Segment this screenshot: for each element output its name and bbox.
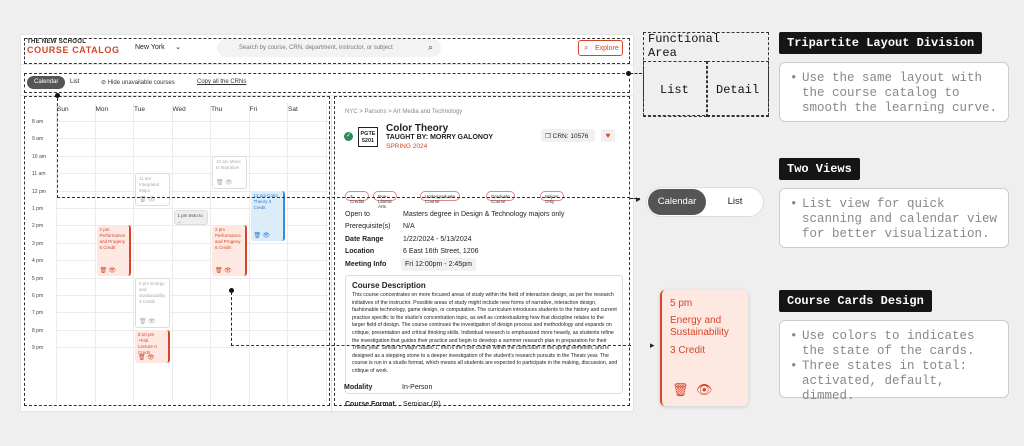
heading-cards: Course Cards Design (779, 290, 932, 312)
detail-box-label: Detail (716, 83, 760, 97)
course-card-demo[interactable]: 5 pm Energy and Sustainability 3 Credit … (660, 290, 748, 406)
note-cards: Use colors to indicates the state of the… (779, 320, 1009, 403)
toolbar-area-outline (24, 73, 630, 93)
connector-line (231, 292, 232, 346)
views-highlight-outline (57, 98, 630, 198)
arrow-right-icon: ▸ (650, 340, 655, 350)
heading-two-views: Two Views (779, 158, 860, 180)
note-layout: Use the same layout with the course cata… (779, 62, 1009, 122)
list-box-label: List (660, 83, 689, 97)
header-divider (21, 64, 633, 65)
stage: THE NEW SCHOOL COURSE CATALOG New York ⌄… (0, 0, 1024, 446)
arrow-right-icon: ▸ (636, 194, 641, 204)
view-toggle-demo: Calendar List (646, 187, 764, 217)
card-time: 5 pm (670, 298, 693, 309)
eye-icon[interactable]: 👁 (696, 382, 713, 398)
functional-area-label: Functional Area (648, 32, 721, 60)
cards-highlight-outline (231, 290, 631, 346)
heading-layout: Tripartite Layout Division (779, 32, 983, 54)
note-two-views: List view for quick scanning and calenda… (779, 188, 1009, 248)
connector-line (630, 73, 642, 74)
note-cards-text-1: Use colors to indicates the state of the… (790, 329, 998, 359)
connector-dot (55, 93, 60, 98)
note-layout-text: Use the same layout with the course cata… (790, 71, 998, 116)
note-cards-text-2: Three states in total: activated, defaul… (790, 359, 998, 404)
trash-icon[interactable]: 🗑 (672, 382, 689, 398)
toggle-list[interactable]: List (707, 189, 763, 215)
card-title: Energy and Sustainability (670, 315, 729, 338)
card-credit: 3 Credit (670, 345, 706, 356)
header-area-outline (24, 38, 630, 64)
note-two-views-text: List view for quick scanning and calenda… (790, 197, 998, 242)
functional-area-diagram: Functional Area List Detail (643, 32, 769, 117)
toggle-calendar[interactable]: Calendar (648, 189, 706, 215)
